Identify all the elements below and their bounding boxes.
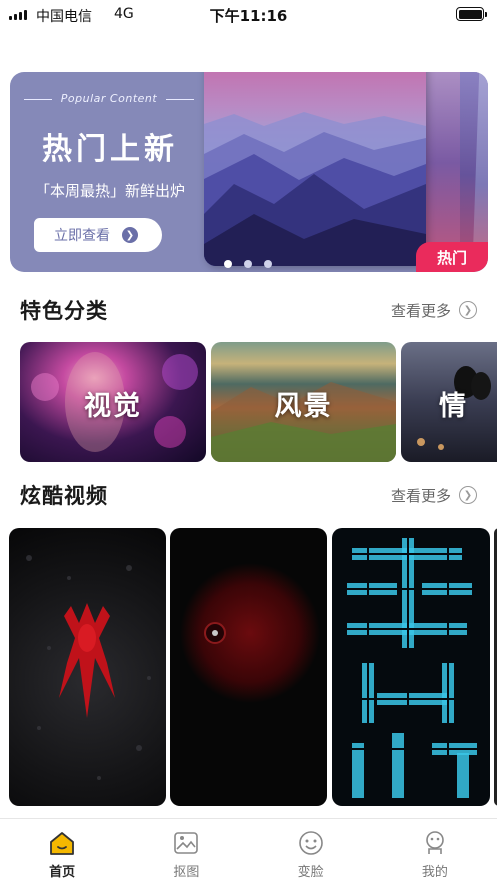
- banner-tagline: 「本周最热」新鲜出炉: [34, 182, 185, 200]
- banner-title: 热门上新: [42, 132, 178, 167]
- more-label: 查看更多: [390, 301, 451, 320]
- featured-categories-header: 特色分类 查看更多 ❯: [20, 295, 477, 325]
- carousel-dot[interactable]: [264, 260, 272, 268]
- video-card[interactable]: [332, 528, 490, 806]
- tab-cutout[interactable]: 抠图: [124, 819, 248, 883]
- category-card[interactable]: 情: [401, 342, 497, 462]
- image-icon: [174, 832, 199, 854]
- category-label: 风景: [274, 391, 333, 422]
- clock: 下午11:16: [209, 7, 288, 25]
- face-icon: [298, 831, 323, 855]
- tab-label: 变脸: [297, 865, 324, 880]
- category-label: 视觉: [84, 391, 142, 422]
- section-title: 特色分类: [20, 299, 108, 323]
- status-bar: 中国电信 4G 下午11:16: [0, 0, 497, 30]
- chevron-right-icon: ❯: [459, 301, 477, 319]
- chevron-right-icon: ❯: [459, 486, 477, 504]
- tab-mine[interactable]: 我的: [373, 819, 497, 883]
- profile-icon: [426, 831, 444, 854]
- tab-label: 我的: [421, 865, 448, 880]
- tab-label: 抠图: [173, 865, 200, 880]
- arrow-right-icon: ❯: [122, 227, 138, 243]
- more-link[interactable]: 查看更多 ❯: [391, 300, 477, 321]
- view-now-label: 立即查看: [54, 228, 110, 244]
- tab-faceswap[interactable]: 变脸: [249, 819, 373, 883]
- carousel-back-card: [420, 72, 460, 270]
- banner-subtitle-en: Popular Content: [24, 92, 194, 105]
- view-now-button[interactable]: 立即查看 ❯: [34, 218, 162, 252]
- video-card[interactable]: [9, 528, 166, 806]
- carousel-dot[interactable]: [244, 260, 252, 268]
- more-link[interactable]: 查看更多 ❯: [391, 485, 477, 506]
- category-card[interactable]: 风景: [211, 342, 396, 462]
- video-card[interactable]: [170, 528, 327, 806]
- category-label: 情: [439, 391, 468, 422]
- hot-badge: 热门: [416, 242, 488, 272]
- category-card[interactable]: 视觉: [20, 342, 206, 462]
- hot-banner[interactable]: Popular Content 热门上新 「本周最热」新鲜出炉 立即查看 ❯ 热…: [10, 72, 488, 272]
- carousel-dot[interactable]: [224, 260, 232, 268]
- battery-icon: [456, 7, 487, 21]
- home-icon: [50, 832, 75, 855]
- cool-videos-header: 炫酷视频 查看更多 ❯: [20, 480, 477, 510]
- tab-label: 首页: [49, 865, 76, 880]
- section-title: 炫酷视频: [20, 484, 108, 508]
- carousel-indicator[interactable]: [224, 260, 272, 268]
- more-label: 查看更多: [390, 486, 451, 505]
- tab-home[interactable]: 首页: [0, 819, 124, 883]
- bottom-tab-bar: 首页 抠图 变脸 我的: [0, 818, 497, 883]
- carousel-main-image[interactable]: [204, 72, 426, 266]
